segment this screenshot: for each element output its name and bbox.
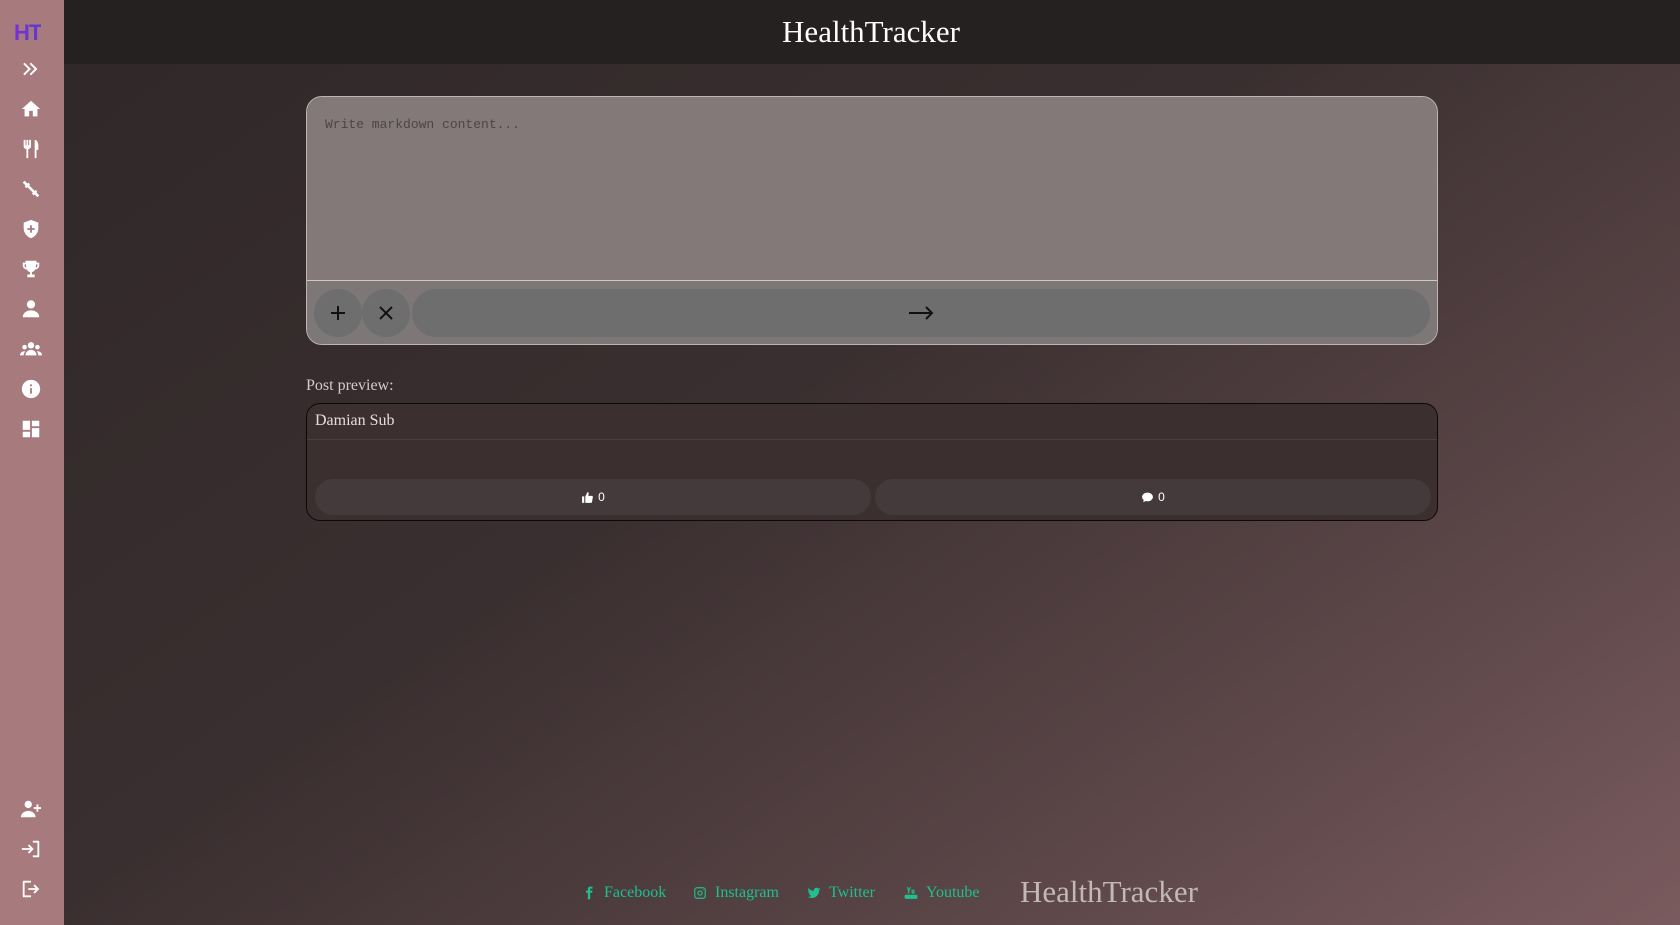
- trophy-icon[interactable]: [16, 254, 46, 284]
- expand-sidebar-icon[interactable]: [16, 54, 46, 84]
- markdown-input[interactable]: [307, 97, 1437, 281]
- top-bar: HealthTracker: [64, 0, 1680, 64]
- clear-button[interactable]: [362, 289, 410, 337]
- youtube-link[interactable]: Youtube: [904, 884, 980, 902]
- shield-plus-icon[interactable]: [16, 214, 46, 244]
- comment-icon: [1142, 492, 1154, 502]
- user-icon[interactable]: [16, 294, 46, 324]
- utensils-icon[interactable]: [16, 134, 46, 164]
- info-icon[interactable]: [16, 374, 46, 404]
- plus-icon: [331, 306, 345, 320]
- post-divider: [307, 439, 1437, 440]
- preview-label: Post preview:: [306, 377, 394, 394]
- comment-button[interactable]: 0: [875, 479, 1431, 515]
- post-author: Damian Sub: [315, 412, 395, 429]
- facebook-link[interactable]: Facebook: [582, 884, 666, 902]
- comment-count: 0: [1158, 490, 1165, 504]
- arrow-right-icon: [909, 306, 934, 320]
- twitter-link[interactable]: Twitter: [807, 884, 875, 902]
- like-count: 0: [598, 490, 605, 504]
- page-title: HealthTracker: [782, 14, 960, 49]
- twitter-icon: [807, 887, 821, 899]
- twitter-label: Twitter: [829, 884, 875, 901]
- thumbs-up-icon: [582, 491, 594, 503]
- home-icon[interactable]: [16, 94, 46, 124]
- dashboard-icon[interactable]: [16, 414, 46, 444]
- instagram-label: Instagram: [715, 884, 779, 901]
- footer: Facebook Instagram Twitter Youtube Healt…: [0, 870, 1680, 920]
- submit-post-button[interactable]: [412, 289, 1430, 337]
- footer-brand: HealthTracker: [1020, 874, 1198, 909]
- app-logo[interactable]: HT: [14, 20, 42, 46]
- dumbbell-icon[interactable]: [16, 174, 46, 204]
- instagram-link[interactable]: Instagram: [693, 884, 779, 902]
- users-icon[interactable]: [16, 334, 46, 364]
- youtube-label: Youtube: [926, 884, 980, 901]
- instagram-icon: [694, 887, 706, 899]
- like-button[interactable]: 0: [315, 479, 871, 515]
- sidebar: HT: [0, 0, 64, 925]
- add-button[interactable]: [314, 289, 362, 337]
- post-preview-card: Damian Sub 0 0: [306, 403, 1438, 521]
- facebook-label: Facebook: [604, 884, 667, 901]
- login-icon[interactable]: [16, 834, 46, 864]
- youtube-icon: [904, 887, 918, 899]
- facebook-icon: [586, 886, 593, 900]
- close-icon: [379, 306, 393, 320]
- user-plus-icon[interactable]: [16, 794, 46, 824]
